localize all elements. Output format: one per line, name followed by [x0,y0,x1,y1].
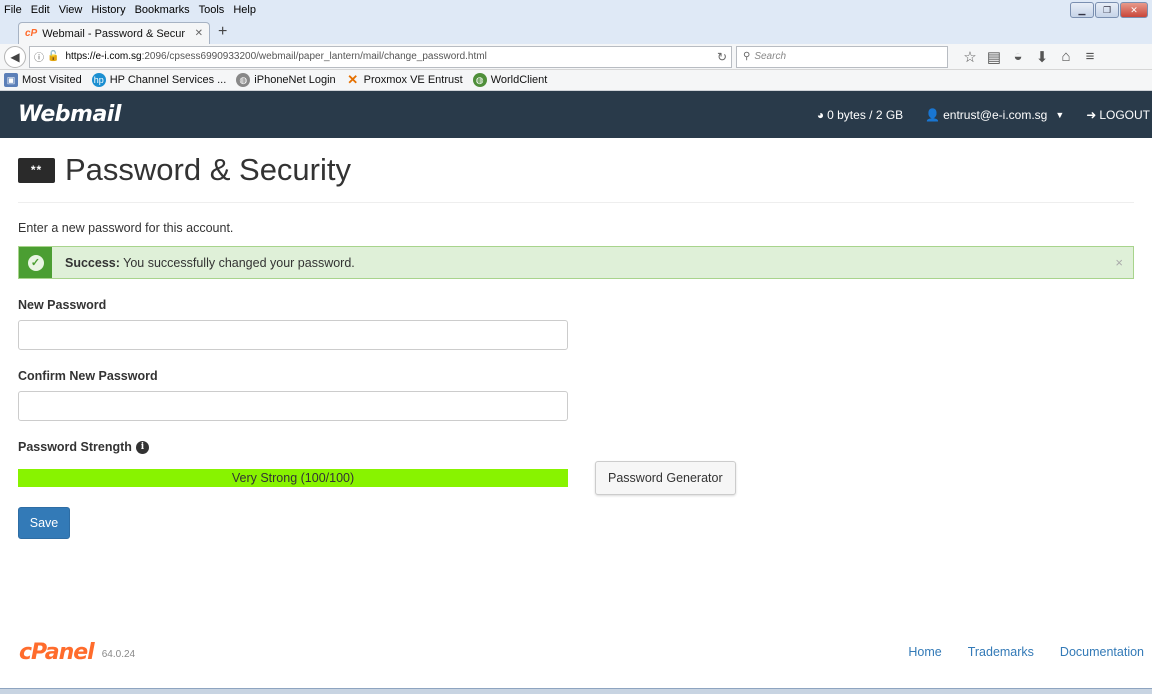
address-bar[interactable]: ⓘ 🔓 https://e-i.com.sg:2096/cpsess699093… [29,45,732,68]
search-icon: ⚲ [743,51,751,62]
minimize-icon[interactable]: ▁ [1070,2,1094,18]
caret-down-icon: ▼ [1055,109,1065,120]
menu-edit[interactable]: Edit [31,4,50,16]
intro-text: Enter a new password for this account. [18,221,234,235]
bookmark-label: WorldClient [490,74,548,86]
menu-file[interactable]: File [4,4,22,16]
webmail-header: Webmail ◕ 0 bytes / 2 GB 👤 entrust@e-i.c… [0,91,1152,138]
search-box[interactable]: ⚲ Search [736,45,948,68]
header-right: ◕ 0 bytes / 2 GB 👤 entrust@e-i.com.sg ▼ … [817,91,1152,138]
worldclient-icon: ◍ [472,73,487,87]
logout-icon: ➜ [1086,107,1097,122]
version-text: 64.0.24 [101,648,136,660]
bookmark-label: HP Channel Services ... [109,74,227,86]
logout-link[interactable]: ➜ LOGOUT [1086,108,1150,122]
bookmark-hp[interactable]: hp HP Channel Services ... [91,73,227,87]
tab-close-icon[interactable]: ✕ [195,28,203,39]
url-text: https://e-i.com.sg:2096/cpsess6990933200… [65,51,716,62]
footer-link-trademarks[interactable]: Trademarks [968,645,1034,659]
reload-icon[interactable]: ↻ [717,50,727,64]
webmail-logo[interactable]: Webmail [18,102,121,127]
pie-chart-icon: ◕ [816,107,825,122]
footer-links: Home Trademarks Documentation [908,645,1144,659]
cpanel-favicon-icon: cP [25,28,38,39]
strength-label-text: Password Strength [18,440,132,454]
bookmark-folder-icon: ▣ [4,73,18,87]
taskbar-edge [0,688,1152,694]
quota-text: 0 bytes / 2 GB [827,107,904,122]
bookmark-label: iPhoneNet Login [254,74,336,86]
check-circle-icon: ✓ [27,254,44,271]
footer: cPanel 64.0.24 Home Trademarks Documenta… [0,627,1152,677]
page-header: ** Password & Security [18,138,1134,203]
tab-strip: cP Webmail - Password & Secur ✕ + [0,20,1152,44]
info-circle-icon[interactable]: i [135,440,149,454]
back-arrow-icon[interactable]: ◀ [4,45,26,68]
bookmark-most-visited[interactable]: ▣ Most Visited [4,73,82,87]
strength-text: Very Strong (100/100) [231,471,355,485]
url-path: :2096/cpsess6990933200/webmail/paper_lan… [141,51,487,62]
lock-warning-icon[interactable]: 🔓 [47,51,59,62]
user-icon: 👤 [925,107,941,122]
new-password-label: New Password [18,298,107,312]
hamburger-menu-icon[interactable]: ≡ [1078,48,1102,66]
globe-icon: ◍ [236,73,251,87]
bookmark-label: Most Visited [22,74,82,86]
password-generator-button[interactable]: Password Generator [595,461,736,495]
proxmox-logo-icon: ✕ [347,72,359,87]
save-button[interactable]: Save [18,507,70,539]
menu-history[interactable]: History [91,4,125,16]
search-placeholder: Search [754,51,787,62]
confirm-password-label: Confirm New Password [18,369,158,383]
password-strength-meter: Very Strong (100/100) [18,469,568,487]
close-window-icon[interactable]: ✕ [1120,2,1148,18]
toolbar-icons: ☆ ▤ ◒ ⬇ ⌂ ≡ [958,48,1102,66]
bookmarks-toolbar: ▣ Most Visited hp HP Channel Services ..… [0,70,1152,91]
menu-tools[interactable]: Tools [199,4,225,16]
confirm-password-input[interactable] [18,391,568,421]
window-controls: ▁ ❐ ✕ [1070,2,1148,18]
url-host: https://e-i.com.sg [65,51,142,62]
hp-logo-icon: hp [91,73,106,87]
bookmark-label: Proxmox VE Entrust [363,74,463,86]
download-icon[interactable]: ⬇ [1030,48,1054,66]
password-icon: ** [18,157,55,183]
user-email: entrust@e-i.com.sg [943,107,1048,122]
menu-help[interactable]: Help [233,4,256,16]
alert-message: Success: You successfully changed your p… [65,256,355,270]
bookmark-worldclient[interactable]: ◍ WorldClient [472,73,548,87]
new-tab-icon[interactable]: + [218,23,227,41]
bookmark-star-icon[interactable]: ☆ [958,48,982,66]
user-menu[interactable]: 👤 entrust@e-i.com.sg ▼ [925,108,1064,122]
alert-text: You successfully changed your password. [119,255,355,270]
navigation-bar: ◀ ⓘ 🔓 https://e-i.com.sg:2096/cpsess6990… [0,44,1152,70]
menu-bar: File Edit View History Bookmarks Tools H… [0,0,1152,20]
alert-strong: Success: [65,255,120,270]
footer-link-documentation[interactable]: Documentation [1060,645,1144,659]
bookmark-proxmox[interactable]: ✕ Proxmox VE Entrust [346,72,463,87]
browser-tab[interactable]: cP Webmail - Password & Secur ✕ [18,22,210,44]
alert-close-icon[interactable]: × [1115,255,1123,270]
footer-link-home[interactable]: Home [908,645,941,659]
menu-view[interactable]: View [59,4,83,16]
disk-quota[interactable]: ◕ 0 bytes / 2 GB [817,108,903,122]
info-icon[interactable]: ⓘ [34,49,44,64]
password-strength-label: Password Strength i [18,440,1134,454]
reading-list-icon[interactable]: ▤ [982,48,1006,66]
page-title: Password & Security [65,152,351,187]
alert-badge: ✓ [19,247,52,278]
tab-title: Webmail - Password & Secur [42,27,186,40]
cpanel-logo[interactable]: cPanel [19,640,95,665]
home-icon[interactable]: ⌂ [1054,48,1078,66]
pocket-icon[interactable]: ◒ [1006,48,1030,66]
logout-text: LOGOUT [1099,107,1150,122]
maximize-icon[interactable]: ❐ [1095,2,1119,18]
menu-bookmarks[interactable]: Bookmarks [135,4,190,16]
bookmark-iphonenet[interactable]: ◍ iPhoneNet Login [236,73,336,87]
new-password-input[interactable] [18,320,568,350]
strength-row: Very Strong (100/100) Password Generator [18,461,1134,495]
success-alert: ✓ Success: You successfully changed your… [18,246,1134,279]
main-content: ** Password & Security Enter a new passw… [0,138,1152,628]
